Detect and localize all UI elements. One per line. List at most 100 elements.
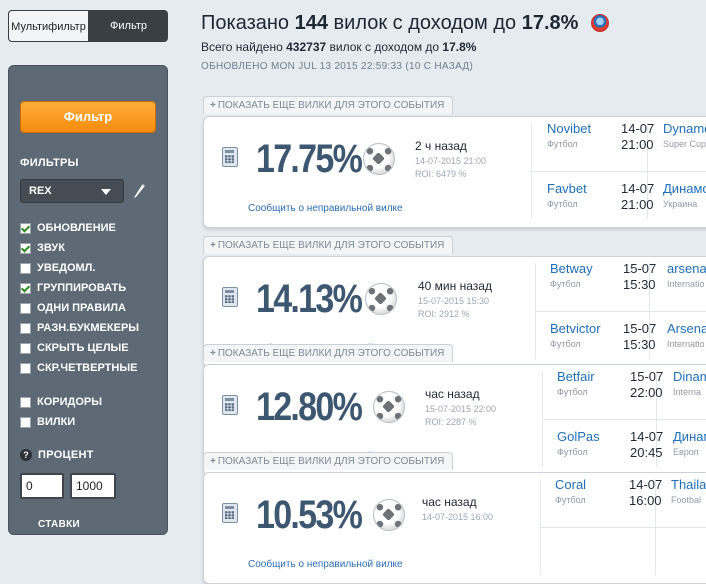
show-more-forks-link[interactable]: + ПОКАЗАТЬ ЕЩЕ ВИЛКИ ДЛЯ ЭТОГО СОБЫТИЯ xyxy=(203,344,454,362)
bookmaker-link[interactable]: Favbet xyxy=(547,181,587,196)
event-datetime: 14-07-2015 21:00 xyxy=(415,156,487,166)
checkbox[interactable] xyxy=(20,242,31,254)
checkbox[interactable] xyxy=(20,262,31,274)
row-divider xyxy=(540,527,706,528)
event-teams-link[interactable]: Динам xyxy=(673,429,706,444)
option-checkbox-row[interactable]: ВИЛКИ xyxy=(20,414,75,430)
checkbox[interactable] xyxy=(20,222,31,234)
sport-label: Футбол xyxy=(550,339,581,349)
row-divider xyxy=(535,311,706,312)
show-more-forks-link[interactable]: + ПОКАЗАТЬ ЕЩЕ ВИЛКИ ДЛЯ ЭТОГО СОБЫТИЯ xyxy=(203,452,454,470)
event-teams-link[interactable]: Dynamo xyxy=(663,121,706,136)
found-age: час назад xyxy=(422,495,477,509)
event-teams-link[interactable]: Dinam xyxy=(673,369,706,384)
checkbox-label: СКРЫТЬ ЦЕЛЫЕ xyxy=(37,342,129,354)
percent-title: ПРОЦЕНТ xyxy=(38,449,94,461)
option-checkbox-row[interactable]: СКР.ЧЕТВЕРТНЫЕ xyxy=(20,360,137,376)
event-date: 15-07 xyxy=(630,369,664,384)
bookmaker-link[interactable]: GolPas xyxy=(557,429,600,444)
option-checkbox-row[interactable]: СКРЫТЬ ЦЕЛЫЕ xyxy=(20,340,129,356)
option-checkbox-row[interactable]: ОДНИ ПРАВИЛА xyxy=(20,300,126,316)
bookmaker-link[interactable]: Betway xyxy=(550,261,593,276)
roi-value: ROI: 2287 % xyxy=(425,417,477,427)
title-mid: вилок с доходом до xyxy=(333,12,517,34)
event-teams-link[interactable]: Thaila xyxy=(671,477,706,492)
event-time: 15:30 xyxy=(623,337,656,352)
bookmaker-link[interactable]: Betvictor xyxy=(550,321,601,336)
filter-select[interactable]: REX xyxy=(20,179,124,203)
event-datetime: 14-07-2015 16:00 xyxy=(422,512,494,522)
roi-value: ROI: 2912 % xyxy=(418,309,470,319)
tab-multifilter[interactable]: Мультифильтр xyxy=(8,10,89,42)
checkbox-label: ОБНОВЛЕНИЕ xyxy=(37,222,116,234)
option-checkbox-row[interactable]: ЗВУК xyxy=(20,240,65,256)
report-wrong-fork-link[interactable]: Сообщить о неправильной вилке xyxy=(248,203,403,214)
bookmaker-link[interactable]: Betfair xyxy=(557,369,595,384)
arbitrage-card: 10.53% час назад 14-07-2015 16:00 Сообщить … xyxy=(203,472,706,584)
checkbox[interactable] xyxy=(20,362,31,374)
checkbox-label: ВИЛКИ xyxy=(37,416,76,428)
option-checkbox-row[interactable]: РАЗН.БУКМЕКЕРЫ xyxy=(20,320,139,336)
filter-select-value: REX xyxy=(29,185,52,197)
shown-count: 144 xyxy=(294,12,328,34)
checkbox[interactable] xyxy=(20,416,31,428)
total-count: 432737 xyxy=(286,40,327,54)
checkbox[interactable] xyxy=(20,302,31,314)
event-time: 15:30 xyxy=(623,277,656,292)
percent-from-input[interactable]: 0 xyxy=(20,473,64,499)
show-more-forks-link[interactable]: + ПОКАЗАТЬ ЕЩЕ ВИЛКИ ДЛЯ ЭТОГО СОБЫТИЯ xyxy=(203,96,454,114)
title-prefix: Показано xyxy=(201,12,290,34)
league-label: Украина xyxy=(663,199,698,209)
profit-percent: 12.80% xyxy=(256,385,363,429)
event-time: 21:00 xyxy=(621,197,654,212)
soccer-ball-icon xyxy=(373,499,405,531)
row-divider xyxy=(542,419,706,420)
chevron-down-icon xyxy=(101,189,111,195)
league-label: Footbal xyxy=(671,495,702,505)
calculator-icon[interactable] xyxy=(222,395,238,415)
updated-status: ОБНОВЛЕНО MON JUL 13 2015 22:59:33 (10 С… xyxy=(201,61,473,72)
event-teams-link[interactable]: Arsenal xyxy=(667,321,706,336)
event-date: 14-07 xyxy=(629,477,663,492)
page-title: Показано 144 вилок с доходом до 17.8% xyxy=(201,12,578,35)
event-teams-link[interactable]: Динамо xyxy=(663,181,706,196)
row-divider xyxy=(531,171,706,172)
updated-value: MON JUL 13 2015 22:59:33 (10 С НАЗАД) xyxy=(270,61,474,72)
show-more-forks-link[interactable]: + ПОКАЗАТЬ ЕЩЕ ВИЛКИ ДЛЯ ЭТОГО СОБЫТИЯ xyxy=(203,236,454,254)
sport-label: Футбол xyxy=(557,447,588,457)
option-checkbox-row[interactable]: КОРИДОРЫ xyxy=(20,394,102,410)
tab-filter[interactable]: Фильтр xyxy=(89,10,168,42)
bets-title: СТАВКИ xyxy=(38,519,80,530)
event-time: 20:45 xyxy=(630,445,663,460)
max-percent: 17.8% xyxy=(521,12,579,34)
league-label: Interna xyxy=(673,387,702,397)
calculator-icon[interactable] xyxy=(222,147,238,167)
bookmaker-link[interactable]: Novibet xyxy=(547,121,591,136)
filters-title: ФИЛЬТРЫ xyxy=(20,157,79,169)
option-checkbox-row[interactable]: УВЕДОМЛ. xyxy=(20,260,95,276)
sport-label: Футбол xyxy=(547,139,578,149)
help-icon[interactable]: ? xyxy=(20,449,32,461)
checkbox[interactable] xyxy=(20,282,31,294)
plus-icon: + xyxy=(210,348,216,359)
soccer-ball-icon xyxy=(365,283,397,315)
profit-percent: 10.53% xyxy=(256,493,363,537)
event-teams-link[interactable]: arsenal xyxy=(667,261,706,276)
sidebar: Фильтр ФИЛЬТРЫ REX ОБНОВЛЕНИЕ ЗВУК УВЕДОМЛ… xyxy=(8,65,168,535)
pencil-icon[interactable] xyxy=(132,181,146,199)
calculator-icon[interactable] xyxy=(222,287,238,307)
percent-to-input[interactable]: 1000 xyxy=(70,473,116,499)
league-label: Европ xyxy=(673,447,699,457)
checkbox[interactable] xyxy=(20,396,31,408)
report-wrong-fork-link[interactable]: Сообщить о неправильной вилке xyxy=(248,559,403,570)
option-checkbox-row[interactable]: ГРУППИРОВАТЬ xyxy=(20,280,126,296)
event-date: 14-07 xyxy=(621,181,655,196)
calculator-icon[interactable] xyxy=(222,503,238,523)
checkbox[interactable] xyxy=(20,322,31,334)
option-checkbox-row[interactable]: ОБНОВЛЕНИЕ xyxy=(20,220,116,236)
checkbox[interactable] xyxy=(20,342,31,354)
filter-button[interactable]: Фильтр xyxy=(20,101,156,133)
plus-icon: + xyxy=(210,100,216,111)
bookmaker-link[interactable]: Coral xyxy=(555,477,586,492)
arbitrage-card: 17.75% 2 ч назад 14-07-2015 21:00 ROI: 6479… xyxy=(203,116,706,228)
